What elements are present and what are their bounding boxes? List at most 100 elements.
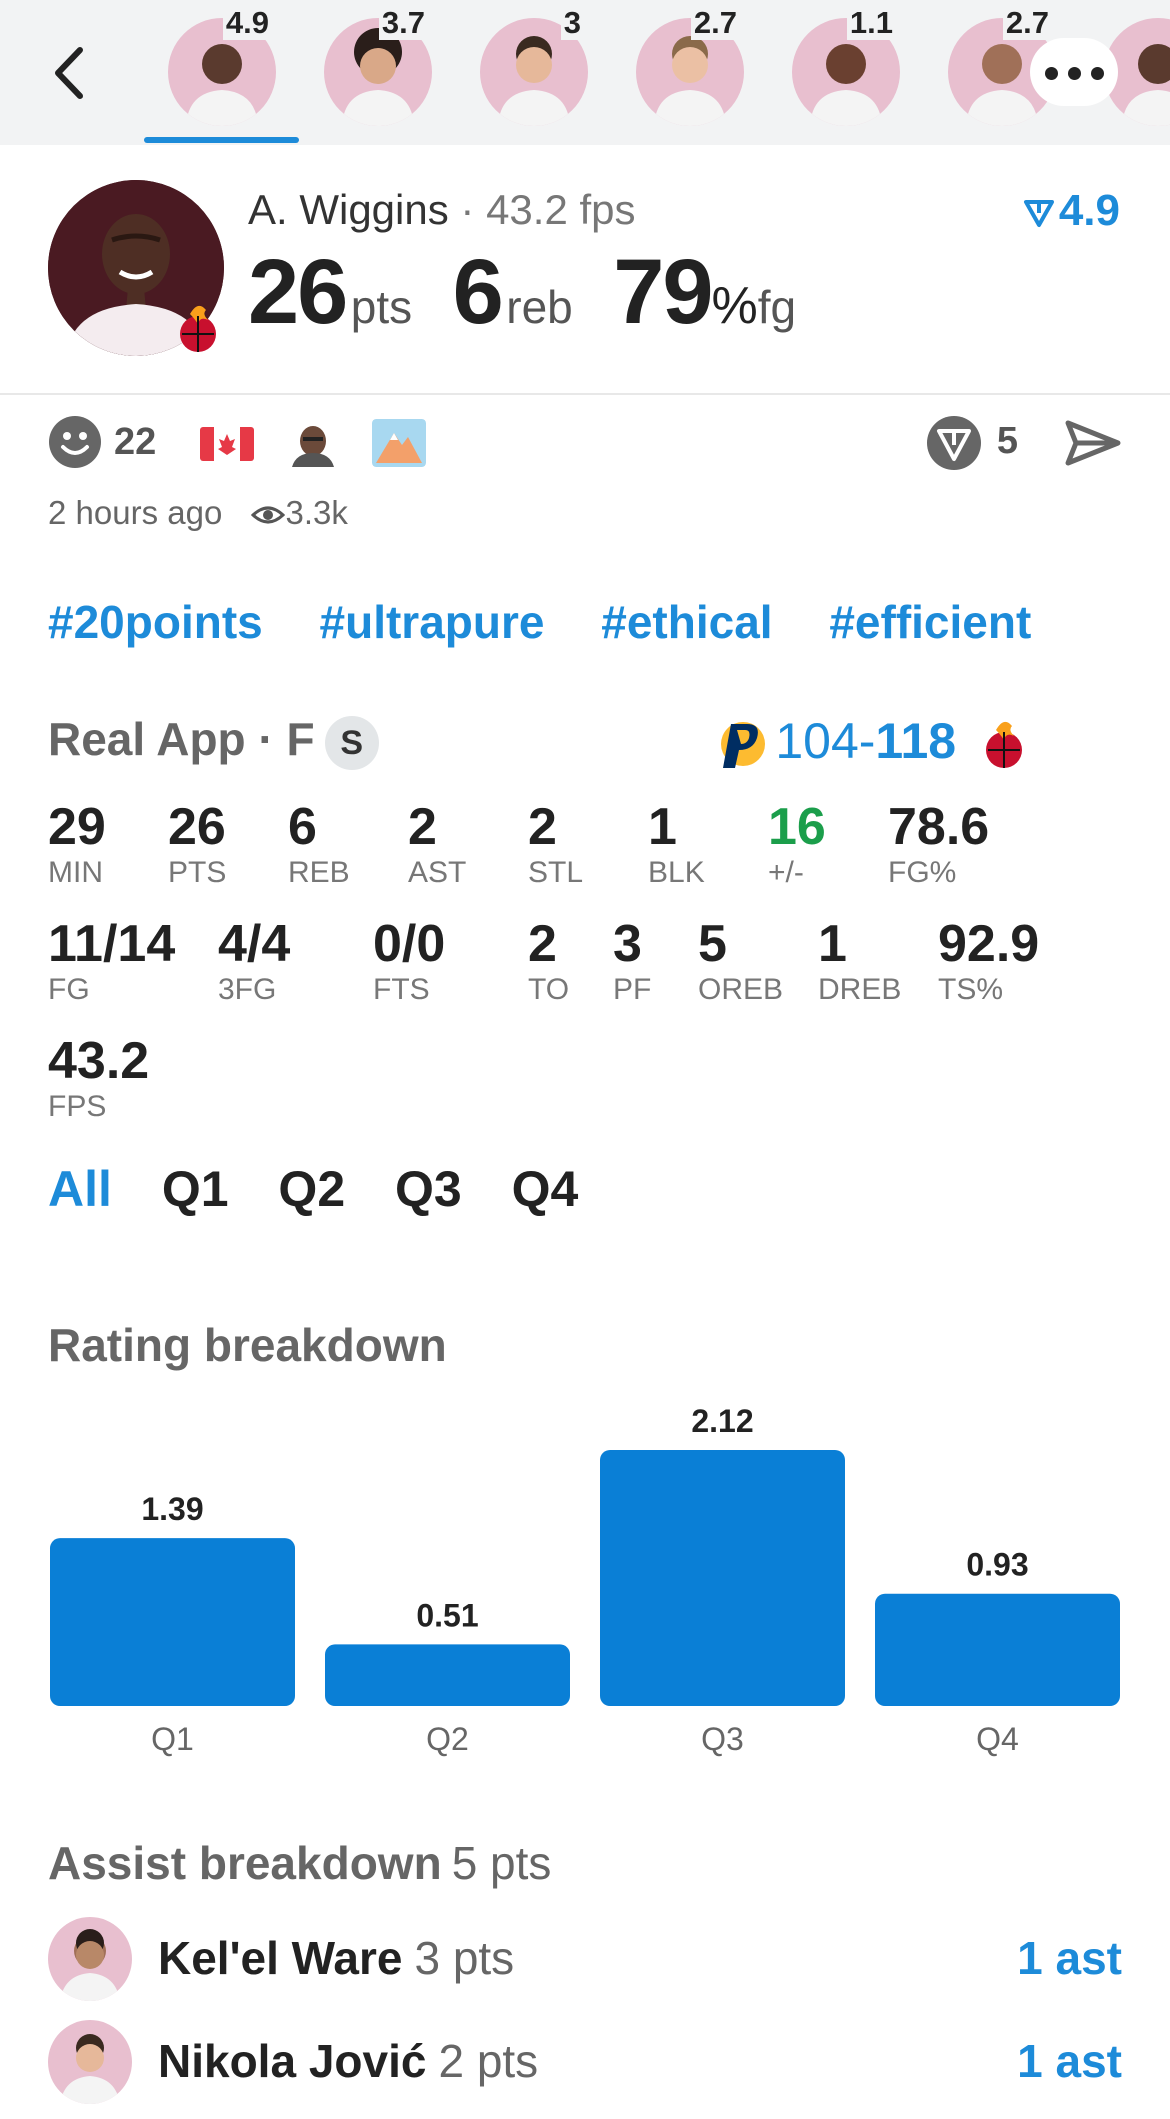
heat-logo-icon [986,721,1022,768]
stat-label: AST [408,856,467,889]
tab-q1[interactable]: Q1 [162,1161,229,1217]
carousel-player[interactable]: 3 [480,6,588,126]
chart-value-label: 1.39 [141,1491,203,1527]
hashtag[interactable]: #ultrapure [320,596,545,648]
send-icon[interactable] [1064,417,1122,469]
eye-icon [251,506,286,524]
stat-fg-pct: 78.6 FG% [888,798,989,890]
player-rating: 2.7 [690,6,740,40]
chart-bar-q3 [600,1450,845,1706]
stat-fps: 43.2 FPS [48,1032,149,1124]
quarter-tabs: All Q1 Q2 Q3 Q4 [48,1160,614,1218]
chart-value-label: 0.51 [416,1597,478,1633]
headline-rebounds-label: reb [506,281,573,333]
stat-label: STL [528,856,584,889]
headline-fg: 79 [613,241,713,343]
stat-value: 26 [168,798,226,856]
face-sticker-icon[interactable] [286,419,340,467]
chart-value-label: 2.12 [691,1403,753,1439]
stat-pf: 3 PF [613,915,651,1007]
player-name-line: A. Wiggins · 43.2 fps [248,186,636,233]
player-rating: 2.7 [1002,6,1052,40]
stat-label: FPS [48,1090,107,1123]
game-score[interactable]: 104-118 [713,712,1030,772]
assist-player: Kel'el Ware 3 pts [158,1931,514,1985]
chart-category-label: Q4 [976,1721,1019,1757]
tab-q2[interactable]: Q2 [278,1161,345,1217]
player-carousel: 4.9 3.7 3 2.7 1.1 2.7 [0,0,1170,145]
reactions-row: 22 [48,415,1128,475]
stat-value: 29 [48,798,106,856]
stat-label: REB [288,856,350,889]
carousel-player[interactable]: 4.9 [168,6,276,126]
assist-player-points: 3 pts [414,1932,515,1984]
stat-value: 6 [288,798,317,856]
stat-stl: 2 STL [528,798,583,890]
rating-cone-icon[interactable] [926,415,982,471]
hashtag[interactable]: #ethical [601,596,772,648]
assist-total: 5 pts [451,1837,552,1889]
hashtag[interactable]: #efficient [829,596,1031,648]
stat-label: FG [48,973,90,1006]
canada-flag-icon[interactable] [200,419,254,467]
chart-bar-q4 [875,1593,1120,1706]
stat-label: PTS [168,856,227,889]
selected-player-indicator [144,137,299,143]
stat-dreb: 1 DREB [818,915,901,1007]
assist-row[interactable]: Kel'el Ware 3 pts 1 ast [48,1917,1122,2003]
chart-value-label: 0.93 [966,1547,1028,1583]
stat-ts-pct: 92.9 TS% [938,915,1039,1007]
position-label: F [286,713,315,765]
more-icon[interactable] [1030,38,1118,106]
player-name[interactable]: A. Wiggins [248,186,449,233]
chart-bar-q2 [325,1644,570,1706]
stat-value: 11/14 [48,915,176,973]
stat-label: +/- [768,856,804,889]
assist-row[interactable]: Nikola Jović 2 pts 1 ast [48,2020,1122,2106]
carousel-player[interactable]: 1.1 [792,6,900,126]
assist-count: 1 ast [1017,2035,1122,2087]
stat-oreb: 5 OREB [698,915,783,1007]
rating-breakdown-title: Rating breakdown [48,1319,447,1371]
starter-badge: S [324,715,379,770]
divider [0,393,1170,395]
hashtags: #20points #ultrapure #ethical #efficient [48,595,1075,649]
stat-label: FG% [888,856,957,889]
avatar [48,1917,132,2001]
player-rating-badge[interactable]: 4.9 [1023,186,1120,236]
headline-fg-label: fg [757,281,797,333]
post-meta: 2 hours ago 3.3k [48,494,348,532]
assist-player-points: 2 pts [438,2035,539,2087]
stat-pts: 26 PTS [168,798,226,890]
mountain-sticker-icon[interactable] [372,419,426,467]
tab-all[interactable]: All [48,1161,112,1217]
view-count: 3.3k [285,494,348,531]
away-score: 104 [775,713,859,769]
stat-value: 0/0 [373,915,446,973]
hashtag[interactable]: #20points [48,596,263,648]
assist-title-text: Assist breakdown [48,1837,442,1889]
assist-breakdown-title: Assist breakdown 5 pts [48,1836,551,1890]
stat-label: MIN [48,856,103,889]
stat-label: DREB [818,973,902,1006]
tab-q3[interactable]: Q3 [395,1161,462,1217]
headline-points: 26 [248,241,348,343]
stat-value: 2 [528,798,557,856]
top-bar: 4.9 3.7 3 2.7 1.1 2.7 [0,0,1170,145]
chart-category-label: Q2 [426,1721,469,1757]
stat-ast: 2 AST [408,798,466,890]
player-rating: 4.9 [222,6,272,40]
player-rating: 3 [560,6,584,40]
assist-player-name: Kel'el Ware [158,1932,403,1984]
stat-to: 2 TO [528,915,569,1007]
smile-icon[interactable] [48,415,102,469]
chart-category-label: Q3 [701,1721,744,1757]
carousel-player[interactable]: 3.7 [324,6,432,126]
rating-breakdown-chart: 1.39 Q1 0.51 Q2 2.12 Q3 0.93 Q4 [50,1403,1120,1757]
home-score: 118 [875,713,957,769]
stat-fts: 0/0 FTS [373,915,445,1007]
stat-value: 1 [818,915,847,973]
headline-fg-pct: % [711,277,758,335]
tab-q4[interactable]: Q4 [512,1161,579,1217]
carousel-player[interactable]: 2.7 [636,6,744,126]
